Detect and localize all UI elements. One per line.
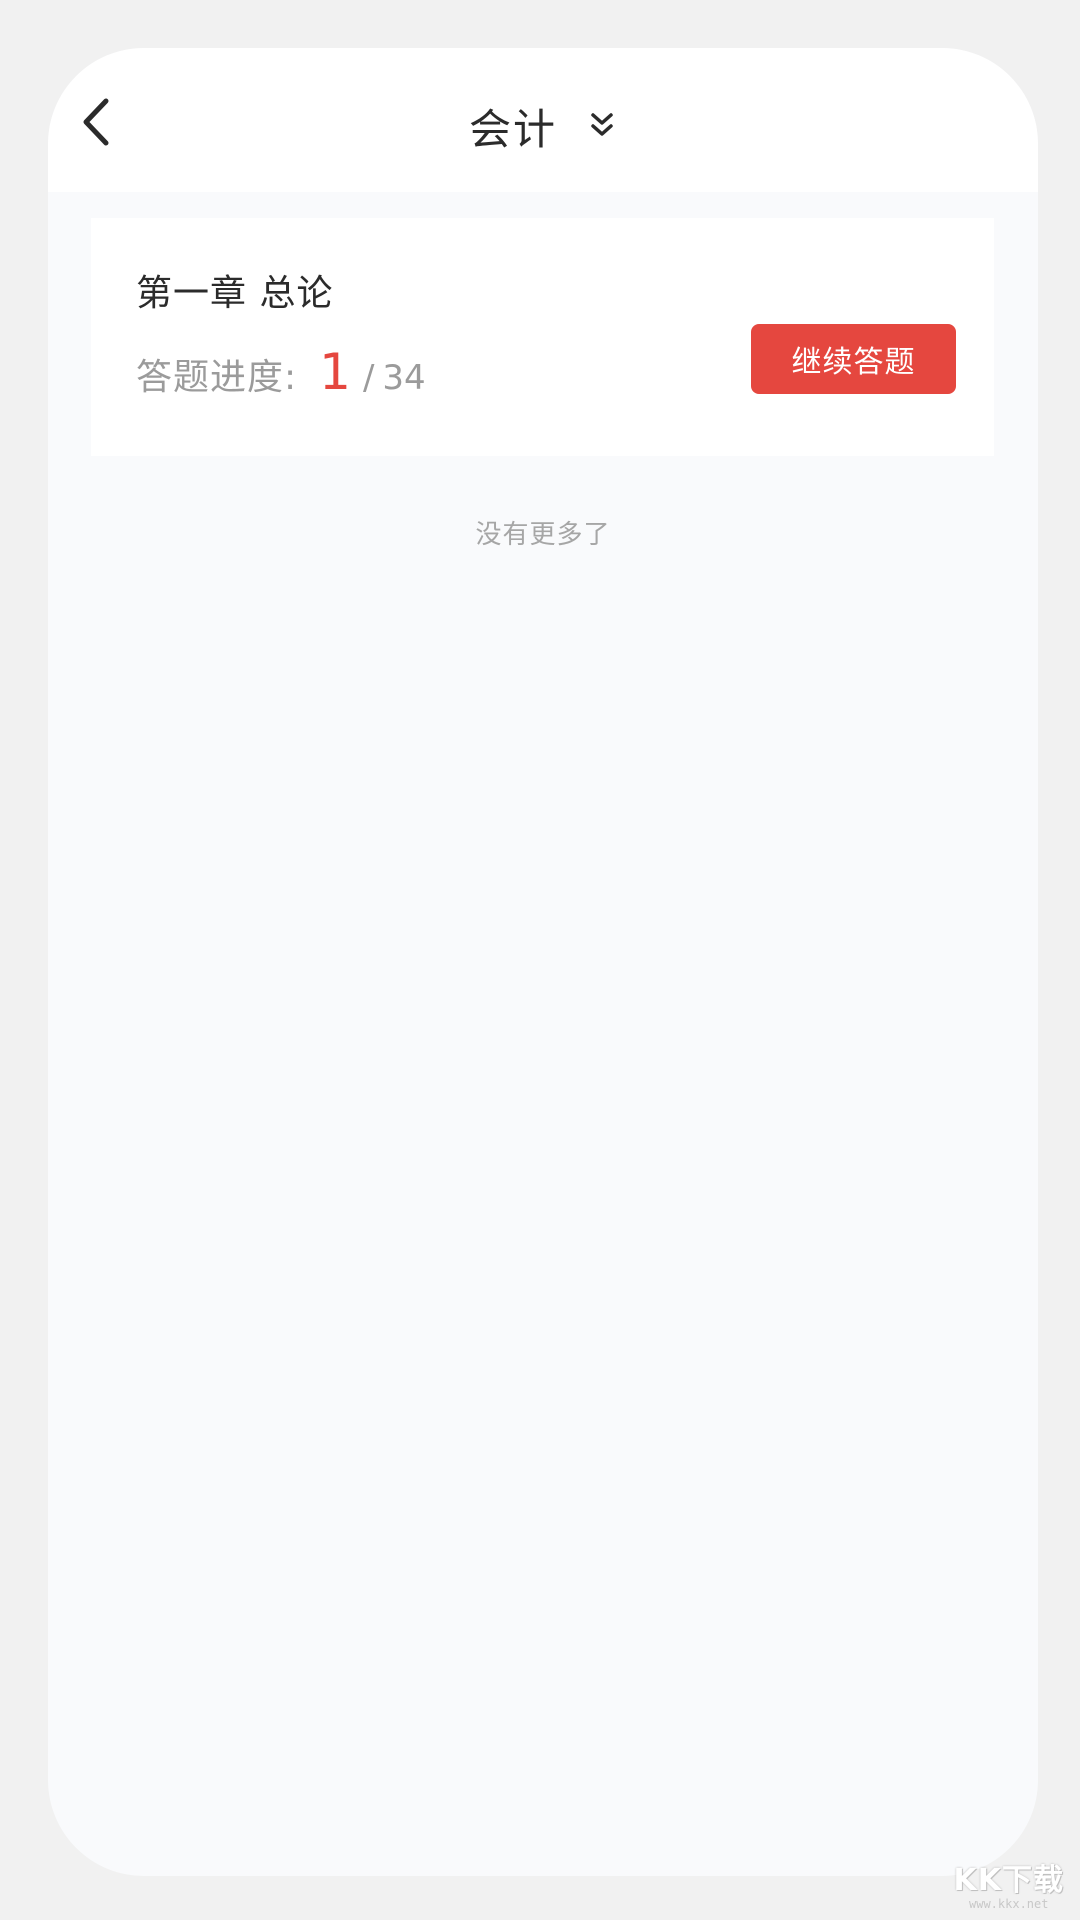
watermark-main-text: KK下载	[953, 1863, 1064, 1898]
watermark-url: www.kkx.net	[969, 1897, 1049, 1911]
list-end-text: 没有更多了	[475, 520, 611, 550]
progress-row: 答题进度: 1 / 34	[136, 343, 426, 401]
chapter-title: 第一章 总论	[136, 273, 334, 314]
progress-current: 1	[319, 343, 351, 401]
continue-answering-button[interactable]: 继续答题	[751, 324, 956, 394]
progress-separator: /	[362, 358, 375, 398]
progress-total: 34	[382, 358, 426, 398]
subject-selector[interactable]: 会计	[48, 96, 1038, 156]
chapter-card: 第一章 总论 答题进度: 1 / 34 继续答题	[91, 218, 994, 456]
double-chevron-down-icon	[587, 109, 617, 143]
watermark-logo: KK下载 www.kkx.net	[953, 1863, 1065, 1911]
top-bar: 会计	[48, 48, 1038, 192]
progress-label: 答题进度:	[136, 357, 298, 398]
page-title: 会计	[468, 104, 557, 154]
app-screen: 会计 第一章 总论 答题进度: 1 / 34 继续答题 没有更多了	[48, 48, 1038, 1876]
